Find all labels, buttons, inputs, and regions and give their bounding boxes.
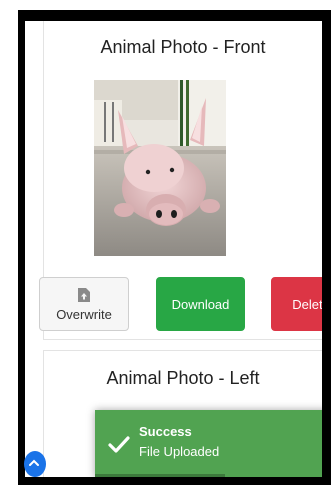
chevron-icon: [29, 459, 39, 466]
device-frame-right: [322, 10, 331, 485]
toast-title: Success: [139, 424, 192, 439]
device-frame-bottom: [18, 477, 331, 485]
upload-file-icon: [78, 287, 90, 302]
toast-message: File Uploaded: [139, 444, 220, 459]
photo-card-front: Animal Photo - Front Overwrite Download …: [39, 21, 322, 340]
check-icon: [108, 436, 130, 453]
card-title: Animal Photo - Left: [106, 368, 260, 388]
floating-action-button[interactable]: [24, 451, 46, 477]
app-screen: Animal Photo - Front Overwrite Download …: [25, 21, 322, 477]
download-button[interactable]: Download: [156, 277, 245, 331]
overwrite-label: Overwrite: [56, 306, 112, 322]
device-frame-top: [18, 10, 331, 21]
success-toast[interactable]: Success File Uploaded: [95, 410, 322, 477]
card-title: Animal Photo - Front: [100, 37, 266, 57]
delete-button[interactable]: Delete: [271, 277, 322, 331]
delete-label: Delete: [292, 296, 322, 312]
device-frame-left: [18, 10, 25, 478]
overwrite-button[interactable]: Overwrite: [39, 277, 129, 331]
download-label: Download: [171, 296, 230, 312]
animal-photo-front[interactable]: [94, 80, 226, 256]
